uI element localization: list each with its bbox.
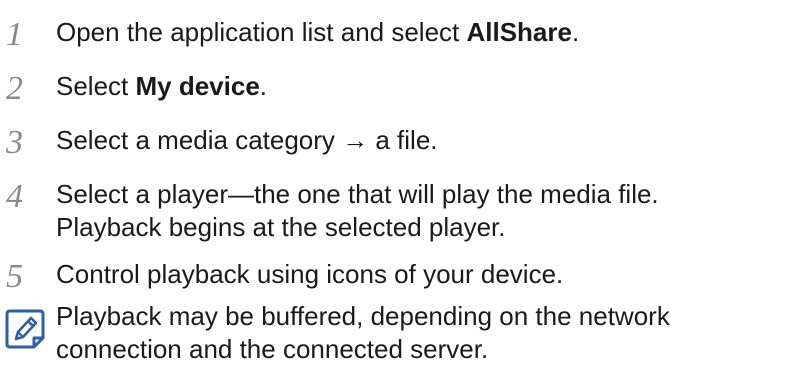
- step-text-line: Playback begins at the selected player.: [56, 212, 506, 242]
- step-text: Control playback using icons of your dev…: [56, 259, 564, 289]
- manual-page: 1 Open the application list and select A…: [0, 0, 799, 373]
- note-pencil-icon: [5, 309, 45, 349]
- app-name-allshare: AllShare: [466, 17, 572, 47]
- step-text-part: .: [259, 71, 268, 101]
- step-text-part: Select: [56, 71, 136, 101]
- step-number: 1: [6, 16, 23, 53]
- step-text-line: Select a player—the one that will play t…: [56, 179, 659, 209]
- note-text: Playback may be buffered, depending on t…: [56, 300, 791, 366]
- step-text-part: .: [571, 17, 580, 47]
- step-text: Open the application list and select All…: [56, 16, 791, 49]
- step-number: 5: [6, 258, 23, 295]
- menu-my-device: My device: [135, 71, 260, 101]
- step-text: Select My device.: [56, 70, 791, 103]
- step-text: Select a media category → a file.: [56, 125, 438, 155]
- step-number: 4: [6, 178, 23, 215]
- note-text-line: Playback may be buffered, depending on t…: [56, 301, 670, 331]
- step-number: 2: [6, 70, 23, 107]
- note-text-line: connection and the connected server.: [56, 334, 489, 364]
- step-text: Select a player—the one that will play t…: [56, 178, 791, 244]
- step-text-part: Open the application list and select: [56, 17, 467, 47]
- step-number: 3: [6, 124, 23, 161]
